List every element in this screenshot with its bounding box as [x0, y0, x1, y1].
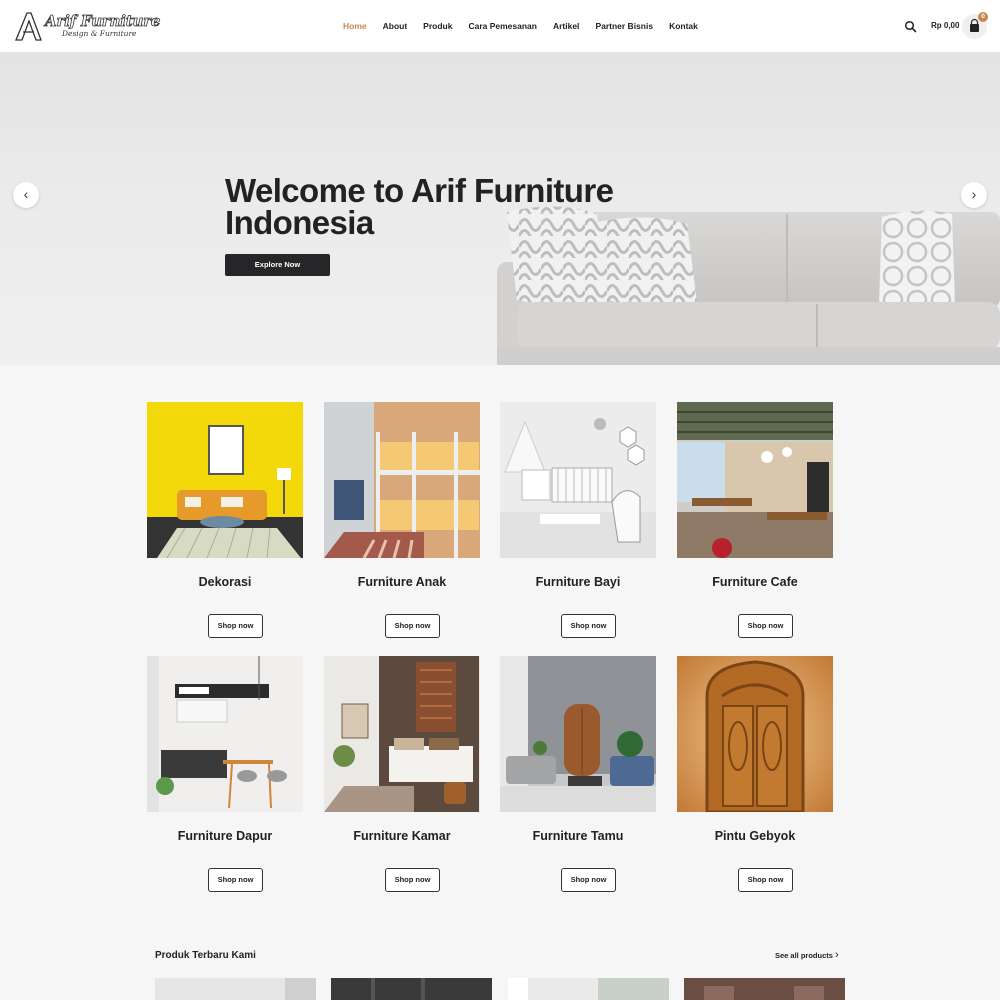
main-nav: Home About Produk Cara Pemesanan Artikel… [343, 21, 714, 31]
newest-products-title: Produk Terbaru Kami [155, 950, 256, 961]
nav-produk[interactable]: Produk [423, 21, 452, 31]
category-image-furniture-tamu[interactable] [500, 656, 656, 812]
category-name: Dekorasi [198, 575, 252, 589]
category-image-dekorasi[interactable] [147, 402, 303, 558]
category-name: Furniture Bayi [535, 575, 621, 589]
shop-now-button[interactable]: Shop now [561, 868, 616, 892]
cart-total[interactable]: Rp 0,00 [931, 21, 959, 30]
category-name: Furniture Dapur [177, 829, 273, 843]
nav-kontak[interactable]: Kontak [669, 21, 698, 31]
nav-about[interactable]: About [383, 21, 408, 31]
category-name: Pintu Gebyok [714, 829, 796, 843]
site-header: Arif Furniture Design & Furniture Home A… [0, 0, 1000, 52]
product-thumbnail[interactable] [331, 978, 492, 1000]
category-image-furniture-kamar[interactable] [324, 656, 480, 812]
search-icon[interactable] [904, 20, 917, 33]
logo-mark-icon [15, 12, 42, 41]
explore-now-button[interactable]: Explore Now [225, 254, 330, 276]
category-name: Furniture Cafe [712, 575, 798, 589]
cart-count-badge: 0 [978, 12, 988, 22]
hero-slider: ‹ › Welcome to Arif Furniture Indonesia … [0, 52, 1000, 365]
shop-now-button[interactable]: Shop now [385, 614, 440, 638]
product-thumbnail[interactable] [684, 978, 845, 1000]
product-thumbnail[interactable] [155, 978, 316, 1000]
logo-title: Arif Furniture [45, 12, 161, 31]
chevron-right-icon: › [971, 186, 977, 202]
category-image-furniture-cafe[interactable] [677, 402, 833, 558]
logo-tagline: Design & Furniture [62, 29, 137, 38]
slider-next-button[interactable]: › [961, 182, 987, 208]
site-logo[interactable]: Arif Furniture Design & Furniture [14, 10, 161, 42]
nav-artikel[interactable]: Artikel [553, 21, 579, 31]
category-name: Furniture Kamar [353, 829, 451, 843]
chevron-right-icon[interactable]: › [835, 950, 839, 961]
hero-title: Welcome to Arif Furniture Indonesia [225, 172, 614, 241]
category-name: Furniture Tamu [532, 829, 624, 843]
shop-now-button[interactable]: Shop now [208, 868, 263, 892]
nav-home[interactable]: Home [343, 21, 367, 31]
shop-now-button[interactable]: Shop now [738, 614, 793, 638]
shop-now-button[interactable]: Shop now [208, 614, 263, 638]
see-all-products-link[interactable]: See all products [775, 951, 833, 960]
category-image-furniture-bayi[interactable] [500, 402, 656, 558]
shop-now-button[interactable]: Shop now [385, 868, 440, 892]
category-name: Furniture Anak [357, 575, 447, 589]
slider-prev-button[interactable]: ‹ [13, 182, 39, 208]
nav-partner-bisnis[interactable]: Partner Bisnis [595, 21, 653, 31]
product-thumbnail[interactable] [508, 978, 669, 1000]
category-image-furniture-dapur[interactable] [147, 656, 303, 812]
shop-now-button[interactable]: Shop now [561, 614, 616, 638]
nav-cara-pemesanan[interactable]: Cara Pemesanan [468, 21, 537, 31]
chevron-left-icon: ‹ [23, 186, 29, 202]
category-image-pintu-gebyok[interactable] [677, 656, 833, 812]
category-image-furniture-anak[interactable] [324, 402, 480, 558]
shop-now-button[interactable]: Shop now [738, 868, 793, 892]
